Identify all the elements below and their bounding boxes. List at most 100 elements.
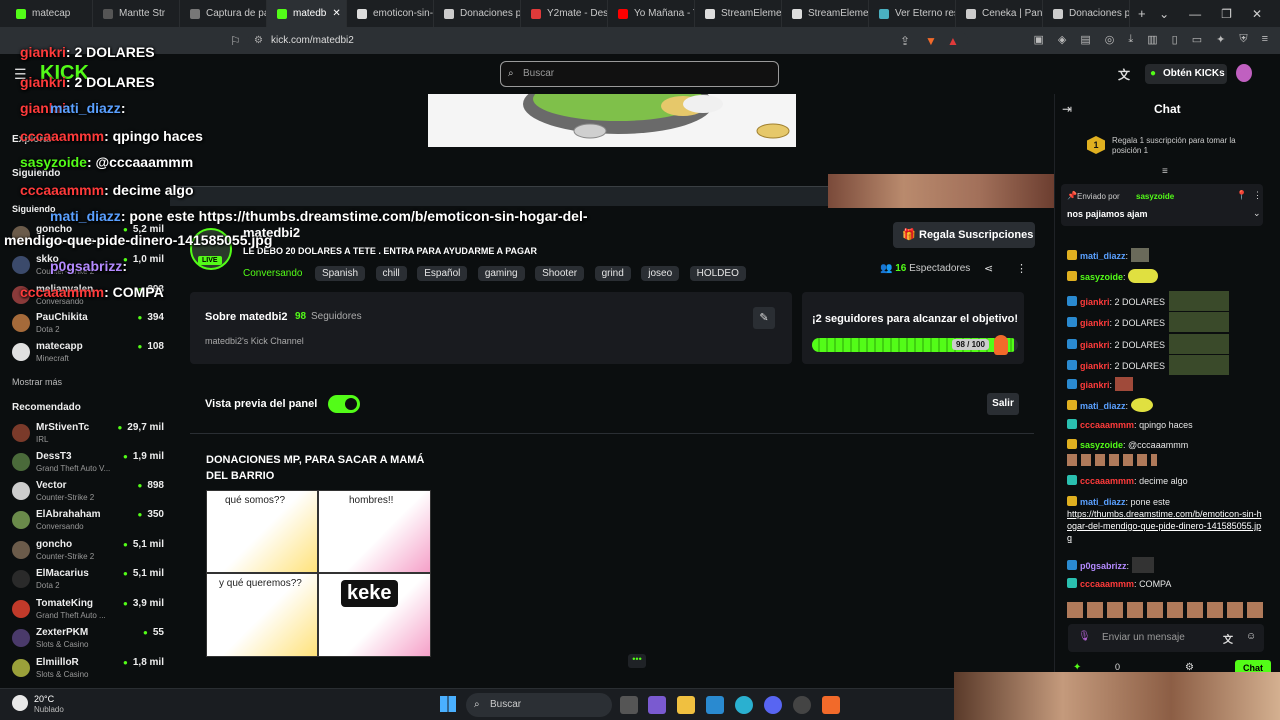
- pinned-user[interactable]: sasyzoide: [1136, 192, 1174, 201]
- obs-icon[interactable]: [793, 696, 811, 714]
- vpn-icon[interactable]: ⛨: [1239, 33, 1247, 46]
- translate-icon[interactable]: 文: [1118, 66, 1130, 83]
- browser-tab-active[interactable]: matedb ✕: [267, 0, 347, 27]
- wallet-icon[interactable]: ▭: [1192, 33, 1202, 46]
- exit-button[interactable]: Salir: [987, 393, 1019, 415]
- show-more-link[interactable]: Mostrar más: [12, 377, 62, 387]
- sidebar-channel-item[interactable]: PauChikita Dota 2 394: [12, 312, 164, 338]
- new-tab-button[interactable]: +: [1138, 6, 1146, 21]
- browser-tab[interactable]: Mantte Str: [93, 0, 180, 27]
- browser-tab[interactable]: emoticon-sin-h: [347, 0, 434, 27]
- chat-username[interactable]: mati_diazz: [1080, 401, 1126, 411]
- share-icon[interactable]: ⇪: [900, 34, 910, 48]
- minimize-icon[interactable]: —: [1189, 7, 1201, 21]
- share-channel-icon[interactable]: ⋖: [984, 262, 993, 275]
- chat-username[interactable]: giankri: [1080, 297, 1110, 307]
- search-input[interactable]: ⌕ Buscar: [500, 61, 779, 87]
- browser-tab[interactable]: StreamElement: [695, 0, 782, 27]
- sidebar-channel-item[interactable]: ZexterPKM Slots & Casino 55: [12, 627, 164, 653]
- sidebar-channel-item[interactable]: ElMacarius Dota 2 5,1 mil: [12, 568, 164, 594]
- browser-tab[interactable]: StreamElement: [782, 0, 869, 27]
- tag-chip[interactable]: grind: [594, 266, 631, 281]
- chat-username[interactable]: giankri: [1080, 361, 1110, 371]
- chat-username[interactable]: cccaaammm: [1080, 579, 1134, 589]
- extension-icon[interactable]: ▣: [1033, 33, 1043, 46]
- leo-icon[interactable]: ✦: [1216, 33, 1225, 46]
- chat-filter-icon[interactable]: ≡: [1162, 166, 1168, 177]
- more-options-icon[interactable]: ⋮: [1016, 262, 1027, 275]
- chat-username[interactable]: mati_diazz: [1080, 251, 1126, 261]
- discord-icon[interactable]: [764, 696, 782, 714]
- tag-chip[interactable]: HOLDEO: [689, 266, 746, 281]
- browser-tab[interactable]: Yo Mañana - Y: [608, 0, 695, 27]
- browser-tab[interactable]: Donaciones pa: [1043, 0, 1130, 27]
- sidebar-channel-item[interactable]: goncho Counter-Strike 2 5,1 mil: [12, 539, 164, 565]
- brave-icon[interactable]: [822, 696, 840, 714]
- kicks-gift-icon[interactable]: 文: [1223, 631, 1233, 646]
- browser-tab[interactable]: Ver Eterno resp: [869, 0, 956, 27]
- chat-username[interactable]: p0gsabrizz: [1080, 561, 1127, 571]
- chevron-down-icon[interactable]: ⌄: [1159, 7, 1169, 21]
- panel-meme-image[interactable]: qué somos?? hombres!! y qué queremos?? k…: [206, 490, 431, 657]
- emote-quick-bar[interactable]: [1067, 602, 1267, 618]
- sidebar-channel-item[interactable]: MrStivenTc IRL 29,7 mil: [12, 422, 164, 448]
- collapse-chat-icon[interactable]: ⇥: [1062, 102, 1072, 116]
- chat-username[interactable]: mati_diazz: [1080, 497, 1126, 507]
- sidebar-channel-item[interactable]: Vector Counter-Strike 2 898: [12, 480, 164, 506]
- close-tab-icon[interactable]: ✕: [332, 8, 340, 19]
- menu-icon[interactable]: ≡: [1262, 33, 1268, 46]
- browser-tab[interactable]: Donaciones pa: [434, 0, 521, 27]
- extension-icon[interactable]: ▤: [1080, 33, 1090, 46]
- chat-username[interactable]: sasyzoide: [1080, 440, 1123, 450]
- sidebar-channel-item[interactable]: TomateKing Grand Theft Auto ... 3,9 mil: [12, 598, 164, 624]
- sidebar-channel-item[interactable]: ElAbrahaham Conversando 350: [12, 509, 164, 535]
- maximize-icon[interactable]: ❐: [1221, 7, 1232, 21]
- gift-subs-button[interactable]: 🎁 Regala Suscripciones: [893, 222, 1035, 248]
- chat-username[interactable]: giankri: [1080, 340, 1110, 350]
- chat-username[interactable]: cccaaammm: [1080, 476, 1134, 486]
- download-icon[interactable]: ⤓: [1128, 33, 1133, 46]
- extension-icon[interactable]: ▥: [1147, 33, 1157, 46]
- store-icon[interactable]: [648, 696, 666, 714]
- chat-username[interactable]: giankri: [1080, 318, 1110, 328]
- weather-icon[interactable]: [12, 695, 28, 711]
- unpin-icon[interactable]: 📍: [1236, 190, 1247, 201]
- sidebar-channel-item[interactable]: ElmiilloR Slots & Casino 1,8 mil: [12, 657, 164, 683]
- browser-tab[interactable]: Y2mate - Desc: [521, 0, 608, 27]
- chat-username[interactable]: cccaaammm: [1080, 420, 1134, 430]
- sidebar-channel-item[interactable]: DessT3 Grand Theft Auto V... 1,9 mil: [12, 451, 164, 477]
- brave-rewards-icon[interactable]: ▲: [947, 34, 959, 48]
- windows-start-icon[interactable]: [440, 696, 456, 712]
- task-view-icon[interactable]: [620, 696, 638, 714]
- edit-pencil-icon[interactable]: ✎: [753, 307, 775, 329]
- scroll-indicator-icon[interactable]: •••: [628, 654, 646, 668]
- chat-username[interactable]: sasyzoide: [1080, 272, 1123, 282]
- sidebar-channel-item[interactable]: matecapp Minecraft 108: [12, 341, 164, 367]
- tag-chip[interactable]: gaming: [477, 266, 525, 281]
- close-window-icon[interactable]: ✕: [1252, 7, 1262, 21]
- extension-icon[interactable]: ◎: [1105, 33, 1115, 46]
- get-kicks-button[interactable]: ● Obtén KICKs: [1145, 64, 1227, 84]
- tag-chip[interactable]: Español: [417, 266, 468, 281]
- chat-link[interactable]: https://thumbs.dreamstime.com/b/emoticon…: [1067, 509, 1262, 543]
- browser-tab[interactable]: Captura de pan: [180, 0, 267, 27]
- taskbar-search[interactable]: ⌕ Buscar: [466, 693, 612, 717]
- tag-chip[interactable]: Shooter: [535, 266, 585, 281]
- chat-username[interactable]: giankri: [1080, 380, 1110, 390]
- browser-tab[interactable]: matecap: [6, 0, 93, 27]
- more-options-icon[interactable]: ⋮: [1253, 190, 1262, 201]
- file-explorer-icon[interactable]: [677, 696, 695, 714]
- browser-tab[interactable]: Ceneka | Panel: [956, 0, 1043, 27]
- microphone-icon[interactable]: 🎙: [1078, 631, 1091, 642]
- panel-preview-toggle[interactable]: [328, 395, 360, 413]
- sidebar-icon[interactable]: ▯: [1172, 33, 1178, 46]
- chat-input[interactable]: 🎙 Enviar un mensaje 文 ☺: [1068, 624, 1264, 652]
- chevron-down-icon[interactable]: ⌄: [1253, 208, 1261, 219]
- tag-chip[interactable]: chill: [375, 266, 407, 281]
- emoji-icon[interactable]: ☺: [1246, 631, 1256, 642]
- brave-shield-icon[interactable]: ▼: [925, 34, 937, 48]
- mail-icon[interactable]: [706, 696, 724, 714]
- tag-chip[interactable]: joseo: [641, 266, 680, 281]
- edge-icon[interactable]: [735, 696, 753, 714]
- extension-icon[interactable]: ◈: [1058, 33, 1066, 46]
